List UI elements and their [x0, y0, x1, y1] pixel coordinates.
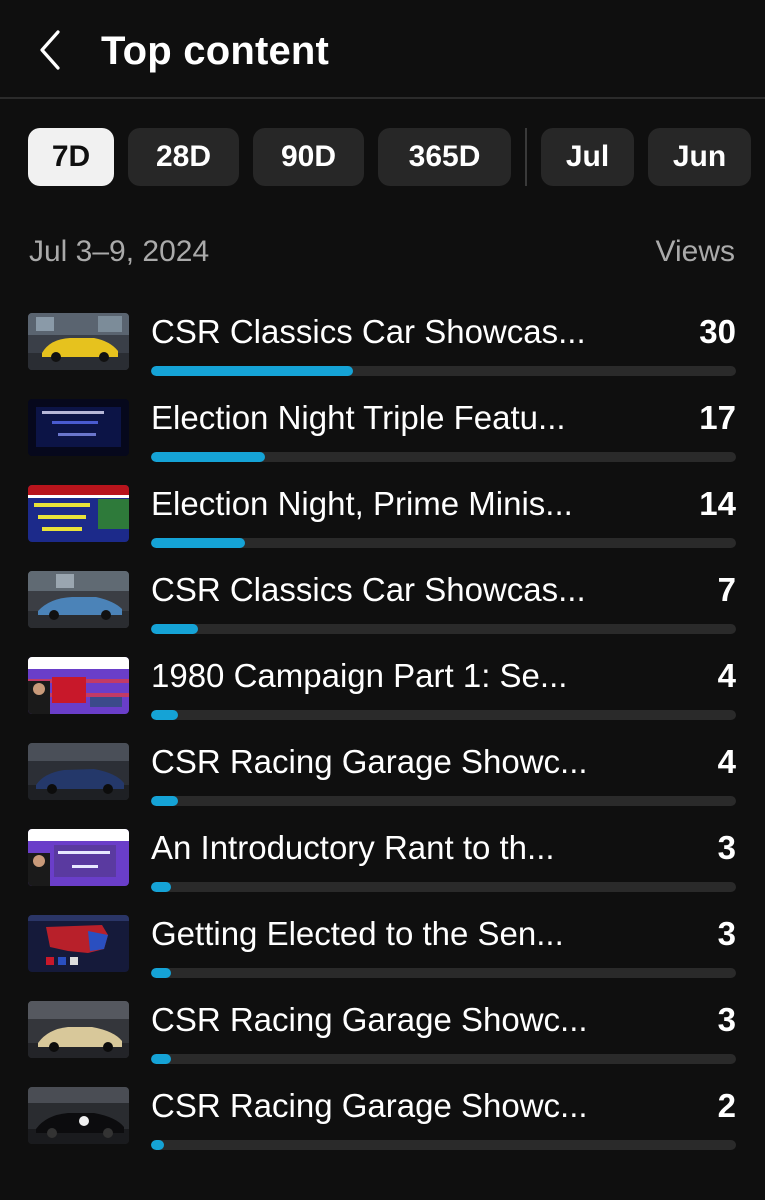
prime-minister-infinity-title-thumbnail — [28, 399, 129, 456]
range-header: Jul 3–9, 2024 Views — [29, 230, 735, 274]
views-bar-fill — [151, 710, 178, 720]
list-item[interactable]: CSR Classics Car Showcas... 30 — [28, 313, 736, 385]
1980-campaign-reagan-thumbnail — [28, 657, 129, 714]
views-bar — [151, 538, 736, 548]
introductory-rant-thumbnail — [28, 829, 129, 886]
list-item[interactable]: An Introductory Rant to th... 3 — [28, 829, 736, 901]
chip-jul[interactable]: Jul — [541, 128, 634, 186]
item-title: CSR Racing Garage Showc... — [151, 1001, 588, 1038]
views-bar-fill — [151, 882, 172, 892]
list-item[interactable]: CSR Racing Garage Showc... 2 — [28, 1087, 736, 1159]
list-item[interactable]: Getting Elected to the Sen... 3 — [28, 915, 736, 987]
list-item[interactable]: CSR Racing Garage Showc... 4 — [28, 743, 736, 815]
black-supercar-thumbnail — [28, 1087, 129, 1144]
chip-jun[interactable]: Jun — [648, 128, 751, 186]
yellow-classic-car-thumbnail — [28, 313, 129, 370]
item-title: Election Night, Prime Minis... — [151, 485, 573, 522]
views-column-label: Views — [655, 235, 735, 268]
item-title: CSR Classics Car Showcas... — [151, 313, 586, 350]
views-bar — [151, 1140, 736, 1150]
views-bar — [151, 796, 736, 806]
blue-sports-car-thumbnail — [28, 743, 129, 800]
views-bar-fill — [151, 624, 199, 634]
app-header: Top content — [0, 0, 765, 99]
item-views: 30 — [699, 313, 736, 350]
item-views: 3 — [717, 915, 736, 952]
views-bar — [151, 882, 736, 892]
views-bar — [151, 366, 736, 376]
views-bar-fill — [151, 1054, 172, 1064]
item-title: CSR Classics Car Showcas... — [151, 571, 586, 608]
views-bar-fill — [151, 452, 266, 462]
views-bar-fill — [151, 366, 353, 376]
item-views: 4 — [717, 743, 736, 780]
item-title: 1980 Campaign Part 1: Se... — [151, 657, 568, 694]
item-views: 14 — [699, 485, 736, 522]
date-range: Jul 3–9, 2024 — [29, 235, 210, 268]
views-bar — [151, 624, 736, 634]
views-bar-fill — [151, 796, 178, 806]
item-title: CSR Racing Garage Showc... — [151, 743, 588, 780]
views-bar — [151, 1054, 736, 1064]
chevron-left-icon — [40, 30, 60, 70]
election-night-base-scenarios-thumbnail — [28, 485, 129, 542]
chip-7d[interactable]: 7D — [28, 128, 114, 186]
views-bar-fill — [151, 968, 172, 978]
electoral-map-thumbnail — [28, 915, 129, 972]
item-views: 3 — [717, 829, 736, 866]
list-item[interactable]: CSR Racing Garage Showc... 3 — [28, 1001, 736, 1073]
views-bar — [151, 452, 736, 462]
views-bar — [151, 968, 736, 978]
item-title: Election Night Triple Featu... — [151, 399, 566, 436]
views-bar-fill — [151, 538, 246, 548]
blue-classic-car-thumbnail — [28, 571, 129, 628]
list-item[interactable]: Election Night Triple Featu... 17 — [28, 399, 736, 471]
list-item[interactable]: 1980 Campaign Part 1: Se... 4 — [28, 657, 736, 729]
views-bar — [151, 710, 736, 720]
list-item[interactable]: Election Night, Prime Minis... 14 — [28, 485, 736, 557]
period-filter-chips: 7D 28D 90D 365D Jul Jun — [28, 128, 765, 186]
item-views: 2 — [717, 1087, 736, 1124]
item-views: 7 — [717, 571, 736, 608]
back-button[interactable] — [26, 22, 76, 78]
gold-supercar-thumbnail — [28, 1001, 129, 1058]
chip-365d[interactable]: 365D — [378, 128, 511, 186]
page-title: Top content — [101, 29, 330, 73]
views-bar-fill — [151, 1140, 165, 1150]
chip-divider — [525, 128, 527, 186]
item-title: An Introductory Rant to th... — [151, 829, 555, 866]
chip-28d[interactable]: 28D — [128, 128, 239, 186]
item-title: CSR Racing Garage Showc... — [151, 1087, 588, 1124]
item-views: 4 — [717, 657, 736, 694]
item-views: 3 — [717, 1001, 736, 1038]
chip-90d[interactable]: 90D — [253, 128, 364, 186]
item-title: Getting Elected to the Sen... — [151, 915, 564, 952]
list-item[interactable]: CSR Classics Car Showcas... 7 — [28, 571, 736, 643]
item-views: 17 — [699, 399, 736, 436]
